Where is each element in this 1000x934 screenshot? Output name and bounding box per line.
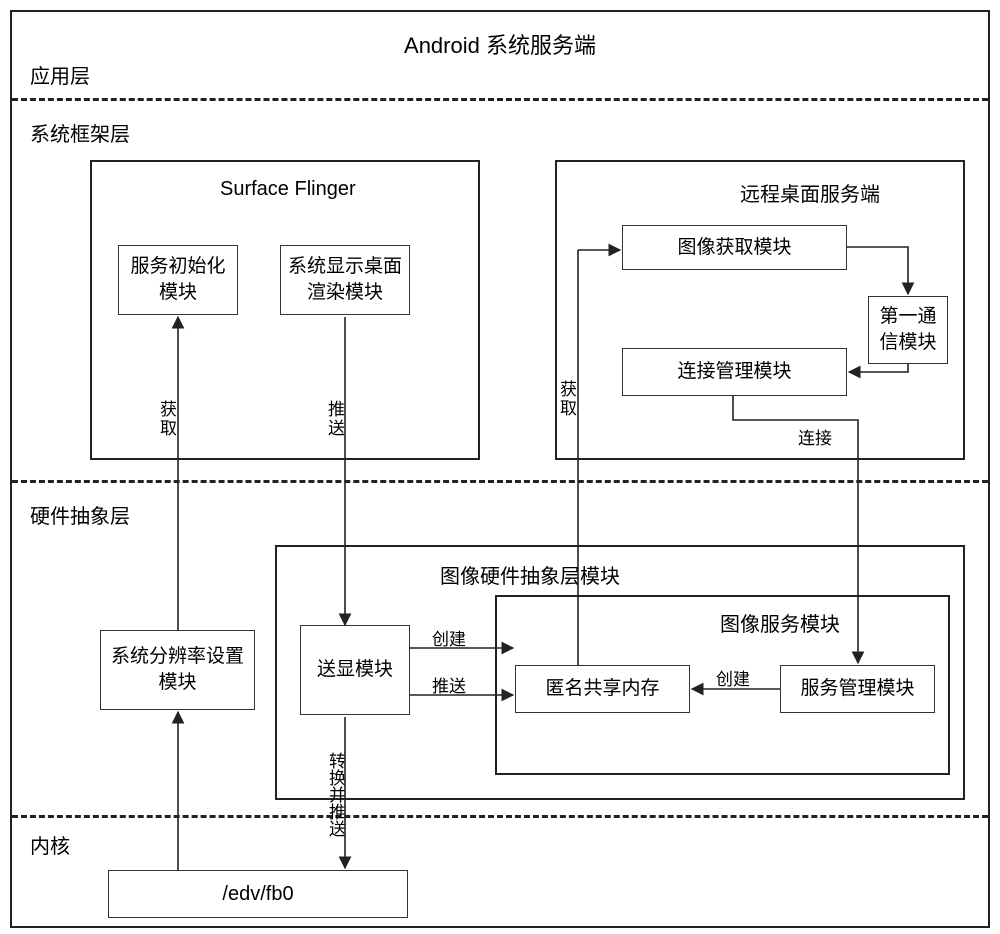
surface-flinger-title: Surface Flinger bbox=[220, 178, 356, 201]
first-comm-module: 第一通信模块 bbox=[868, 296, 948, 364]
divider-app-framework bbox=[12, 98, 988, 101]
image-acquire-module: 图像获取模块 bbox=[622, 225, 847, 270]
diagram-title: Android 系统服务端 bbox=[300, 28, 700, 60]
edge-label-convert-push: 转换并推送 bbox=[327, 752, 344, 837]
image-hal-title: 图像硬件抽象层模块 bbox=[440, 560, 620, 589]
display-render-module: 系统显示桌面渲染模块 bbox=[280, 245, 410, 315]
remote-desktop-title: 远程桌面服务端 bbox=[740, 178, 880, 207]
display-send-module: 送显模块 bbox=[300, 625, 410, 715]
edge-label-create-2: 创建 bbox=[716, 665, 750, 690]
layer-label-kernel: 内核 bbox=[30, 830, 70, 859]
edge-label-push-2: 推送 bbox=[432, 672, 466, 697]
edge-label-push-1: 推送 bbox=[326, 400, 343, 438]
layer-label-framework: 系统框架层 bbox=[30, 118, 130, 147]
connection-mgr-module: 连接管理模块 bbox=[622, 348, 847, 396]
image-service-title: 图像服务模块 bbox=[720, 608, 840, 637]
layer-label-app: 应用层 bbox=[30, 60, 90, 89]
edge-label-acquire-1: 获取 bbox=[158, 400, 175, 438]
edge-label-create-1: 创建 bbox=[432, 625, 466, 650]
divider-hal-kernel bbox=[12, 815, 988, 818]
edge-label-connect: 连接 bbox=[798, 424, 832, 449]
fb-device: /edv/fb0 bbox=[108, 870, 408, 918]
service-mgr-module: 服务管理模块 bbox=[780, 665, 935, 713]
resolution-module: 系统分辨率设置模块 bbox=[100, 630, 255, 710]
diagram-stage: Android 系统服务端 应用层 系统框架层 硬件抽象层 内核 Surface… bbox=[0, 0, 1000, 934]
edge-label-acquire-2: 获取 bbox=[558, 380, 575, 418]
anon-shared-mem: 匿名共享内存 bbox=[515, 665, 690, 713]
divider-framework-hal bbox=[12, 480, 988, 483]
service-init-module: 服务初始化模块 bbox=[118, 245, 238, 315]
layer-label-hal: 硬件抽象层 bbox=[30, 500, 130, 529]
